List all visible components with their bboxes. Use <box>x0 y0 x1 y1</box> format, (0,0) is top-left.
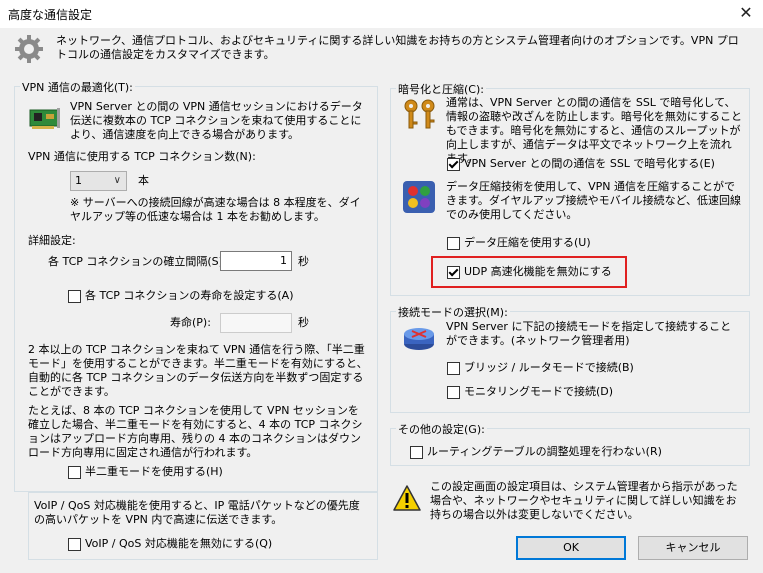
half-duplex-checkbox[interactable] <box>68 466 81 479</box>
close-icon[interactable]: ✕ <box>735 3 757 23</box>
compress-desc: データ圧縮技術を使用して、VPN 通信を圧縮することができます。ダイヤルアップ接… <box>446 180 742 221</box>
ssl-desc: 通常は、VPN Server との間の通信を SSL で暗号化して、情報の盗聴や… <box>446 96 743 165</box>
tcp-count-select[interactable]: 1 ∨ <box>70 171 127 191</box>
warning-text: この設定画面の設定項目は、システム管理者から指示があった場合や、ネットワークやセ… <box>430 480 738 521</box>
ok-button[interactable]: OK <box>516 536 626 560</box>
chevron-down-icon: ∨ <box>113 175 121 186</box>
half-duplex-desc-2: たとえば、8 本の TCP コネクションを使用して VPN セッションを確立した… <box>28 404 363 459</box>
network-card-icon <box>28 104 62 134</box>
detail-label: 詳細設定: <box>28 234 76 247</box>
bridge-checkbox-label: ブリッジ / ルータモードで接続(B) <box>464 361 634 374</box>
ssl-checkbox-label: VPN Server との間の通信を SSL で暗号化する(E) <box>464 157 715 170</box>
compress-checkbox-label: データ圧縮を使用する(U) <box>464 236 591 249</box>
interval-label: 各 TCP コネクションの確立間隔(S): <box>48 255 227 268</box>
udp-disable-label: UDP 高速化機能を無効にする <box>464 265 612 278</box>
routing-checkbox-label: ルーティングテーブルの調整処理を行わない(R) <box>427 445 662 458</box>
lifetime-label: 寿命(P): <box>170 316 211 329</box>
lifetime-input[interactable] <box>220 313 292 333</box>
tcp-count-label: VPN 通信に使用する TCP コネクション数(N): <box>28 150 256 163</box>
title-bar <box>0 0 763 28</box>
compress-icon <box>402 180 436 214</box>
window-title: 高度な通信設定 <box>8 8 93 22</box>
monitor-checkbox[interactable] <box>447 386 460 399</box>
tcp-count-value: 1 <box>75 174 82 187</box>
compress-checkbox[interactable] <box>447 237 460 250</box>
mode-title: 接続モードの選択(M): <box>396 304 510 320</box>
monitor-checkbox-label: モニタリングモードで接続(D) <box>464 385 614 398</box>
voip-disable-checkbox[interactable] <box>68 538 81 551</box>
key-icon <box>402 98 438 132</box>
half-duplex-desc-1: 2 本以上の TCP コネクションを束ねて VPN 通信を行う際、「半二重モード… <box>28 343 368 398</box>
lifetime-unit: 秒 <box>298 316 309 329</box>
lifetime-checkbox-label: 各 TCP コネクションの寿命を設定する(A) <box>85 289 294 302</box>
other-title: その他の設定(G): <box>396 421 487 437</box>
warning-icon <box>392 484 422 512</box>
tcp-count-note: ※ サーバーへの接続回線が高速な場合は 8 本程度を、ダイヤルアップ等の低速な場… <box>70 196 361 223</box>
lifetime-checkbox[interactable] <box>68 290 81 303</box>
gear-icon <box>14 34 44 64</box>
vpn-optimize-desc: VPN Server との間の VPN 通信セッションにおけるデータ伝送に複数本… <box>70 100 363 141</box>
vpn-optimize-title: VPN 通信の最適化(T): <box>20 79 135 95</box>
mode-desc: VPN Server に下記の接続モードを指定して接続することができます。(ネッ… <box>446 320 732 347</box>
intro-text: ネットワーク、通信プロトコル、およびセキュリティに関する詳しい知識をお持ちの方と… <box>56 34 739 61</box>
bridge-checkbox[interactable] <box>447 362 460 375</box>
udp-disable-checkbox[interactable] <box>447 266 460 279</box>
ssl-checkbox[interactable] <box>447 158 460 171</box>
voip-desc: VoIP / QoS 対応機能を使用すると、IP 電話パケットなどの優先度の高い… <box>34 499 360 526</box>
interval-input[interactable]: 1 <box>220 251 292 271</box>
crypto-title: 暗号化と圧縮(C): <box>396 81 486 97</box>
routing-checkbox[interactable] <box>410 446 423 459</box>
router-icon <box>402 322 436 352</box>
tcp-count-unit: 本 <box>138 174 149 187</box>
half-duplex-checkbox-label: 半二重モードを使用する(H) <box>85 465 223 478</box>
interval-unit: 秒 <box>298 255 309 268</box>
voip-disable-label: VoIP / QoS 対応機能を無効にする(Q) <box>85 537 273 550</box>
cancel-button[interactable]: キャンセル <box>638 536 748 560</box>
